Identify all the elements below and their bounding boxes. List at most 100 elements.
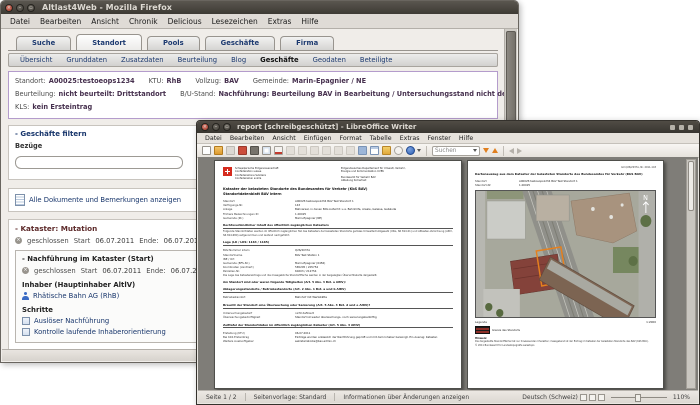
task-item[interactable]: Kontrolle laufende Inhaberorientierung ✓ — [22, 327, 220, 336]
inhaber-name[interactable]: Rhätische Bahn AG (RhB) — [33, 292, 119, 300]
single-page-view-icon[interactable] — [579, 393, 587, 401]
indicator-tray — [670, 124, 693, 130]
menu-item[interactable]: Hilfe — [296, 17, 323, 26]
section-heading: Lage (LK / LKS: 1164 / 1165) — [223, 240, 453, 246]
undo-icon[interactable] — [334, 146, 343, 155]
sub-tab[interactable]: Blog — [224, 56, 253, 64]
menu-item[interactable]: Bearbeiten — [226, 135, 269, 142]
copyright-line: © 2011 Bundesamt für Landestopografie sw… — [475, 344, 535, 348]
zoom-level[interactable]: 110% — [673, 394, 690, 401]
find-previous-icon[interactable] — [492, 148, 498, 153]
forward-icon[interactable] — [517, 147, 522, 154]
task-label[interactable]: Auslöser Nachführung — [34, 317, 208, 325]
task-icon — [22, 316, 30, 325]
menu-item[interactable]: Extras — [263, 17, 297, 26]
power-indicator-icon[interactable] — [688, 124, 693, 130]
menu-item[interactable]: Hilfe — [455, 135, 477, 142]
menu-item[interactable]: Ansicht — [86, 17, 124, 26]
format-paintbrush-icon[interactable] — [322, 146, 331, 155]
menu-item[interactable]: Delicious — [163, 17, 207, 26]
field-value: Marin-Epagnier (NE) — [295, 215, 323, 220]
menu-item[interactable]: Datei — [201, 135, 226, 142]
zoom-slider-knob[interactable] — [634, 394, 641, 402]
sub-tab[interactable]: Geschäfte — [253, 56, 306, 64]
gallery-icon[interactable] — [382, 146, 391, 155]
sub-tab[interactable]: Grunddaten — [59, 56, 114, 64]
filter-input[interactable] — [15, 155, 183, 169]
new-document-icon[interactable] — [202, 146, 211, 155]
search-combobox[interactable]: Suchen — [432, 145, 480, 156]
tab[interactable]: Standort — [76, 34, 142, 50]
messages-indicator-icon[interactable] — [670, 124, 675, 130]
tab[interactable]: Suche — [16, 36, 72, 50]
tab[interactable]: Geschäfte — [204, 36, 276, 50]
menu-item[interactable]: Fenster — [424, 135, 455, 142]
dropdown-caret-icon[interactable] — [417, 149, 421, 152]
writer-toolbar: Suchen — [197, 144, 699, 158]
book-view-icon[interactable] — [597, 393, 605, 401]
cut-icon[interactable] — [286, 146, 295, 155]
page-preview-icon[interactable] — [262, 146, 271, 155]
menu-item[interactable]: Ansicht — [268, 135, 299, 142]
find-replace-icon[interactable] — [394, 146, 403, 155]
navigator-icon[interactable] — [406, 146, 415, 155]
copy-icon[interactable] — [298, 146, 307, 155]
page-style-indicator[interactable]: Seitenvorlage: Standard — [254, 394, 327, 401]
tab[interactable]: Pools — [146, 36, 200, 50]
menu-item[interactable]: Datei — [5, 17, 35, 26]
open-icon[interactable] — [214, 146, 223, 155]
datasheet-title: Kataster der belasteten Standorte des Bu… — [223, 187, 368, 196]
close-icon[interactable]: × — [5, 3, 13, 12]
tab[interactable]: Firma — [280, 36, 335, 50]
sub-tab[interactable]: Übersicht — [13, 56, 59, 64]
redo-icon[interactable] — [346, 146, 355, 155]
menu-item[interactable]: Bearbeiten — [35, 17, 86, 26]
print-icon[interactable] — [250, 146, 259, 155]
minimize-icon[interactable]: – — [212, 123, 220, 131]
document-area: Schweizerische Eidgenossenschaft Confédér… — [198, 157, 698, 391]
documents-link[interactable]: Alle Dokumente und Bemerkungen anzeigen — [29, 196, 181, 204]
menu-item[interactable]: Tabelle — [366, 135, 396, 142]
spellcheck-icon[interactable] — [274, 146, 283, 155]
language-indicator[interactable]: Deutsch (Schweiz) — [522, 394, 578, 401]
task-label[interactable]: Kontrolle laufende Inhaberorientierung — [34, 328, 208, 336]
scrollbar-thumb[interactable] — [688, 161, 694, 211]
writer-titlebar[interactable]: × – ▫ report [schreibgeschützt] - LibreO… — [197, 121, 699, 133]
maximize-icon[interactable]: ▫ — [223, 123, 231, 131]
paragraph: Die Lage des Katastereintrags und die ma… — [223, 273, 378, 277]
menu-item[interactable]: Lesezeichen — [207, 17, 263, 26]
page-indicator[interactable]: Seite 1 / 2 — [206, 394, 237, 401]
back-icon[interactable] — [509, 147, 514, 154]
menu-item[interactable]: Einfügen — [300, 135, 336, 142]
vertical-scrollbar[interactable] — [686, 159, 696, 389]
maximize-icon[interactable]: ▫ — [27, 3, 35, 12]
find-next-icon[interactable] — [483, 148, 489, 153]
firefox-menubar: Datei Bearbeiten Ansicht Chronik Delicious Le… — [1, 14, 518, 29]
paste-icon[interactable] — [310, 146, 319, 155]
firefox-titlebar[interactable]: × – ▫ Altlast4Web - Mozilla Firefox — [1, 1, 518, 14]
zoom-slider[interactable] — [610, 394, 667, 402]
save-icon[interactable] — [226, 146, 235, 155]
sub-tab[interactable]: Zusatzdaten — [114, 56, 171, 64]
field-value: sekretariat-kbs@bav.admin.ch — [295, 339, 336, 344]
site-boundary-swatch — [475, 326, 490, 335]
filter-field-label: Bezüge — [15, 141, 43, 150]
sub-tab[interactable]: Beteiligte — [353, 56, 400, 64]
table-icon[interactable] — [370, 146, 379, 155]
export-pdf-icon[interactable] — [238, 146, 247, 155]
menu-item[interactable]: Chronik — [124, 17, 163, 26]
close-icon[interactable]: × — [201, 123, 209, 131]
sub-tab[interactable]: Beurteilung — [171, 56, 225, 64]
task-item[interactable]: Auslöser Nachführung ✓ — [22, 316, 220, 325]
field-label: Überwachungsbedürftigkeit — [223, 315, 261, 320]
paragraph: Folgende Standortdaten werden im öffentl… — [223, 230, 453, 237]
multi-page-view-icon[interactable] — [588, 393, 596, 401]
minimize-icon[interactable]: – — [16, 3, 24, 12]
menu-item[interactable]: Format — [335, 135, 365, 142]
hyperlink-icon[interactable] — [358, 146, 367, 155]
menu-item[interactable]: Extras — [396, 135, 424, 142]
confederation-line: Confederaziun svizra — [235, 176, 262, 180]
sub-tab[interactable]: Geodaten — [306, 56, 353, 64]
sound-indicator-icon[interactable] — [679, 124, 684, 130]
tab-divider — [8, 50, 498, 51]
